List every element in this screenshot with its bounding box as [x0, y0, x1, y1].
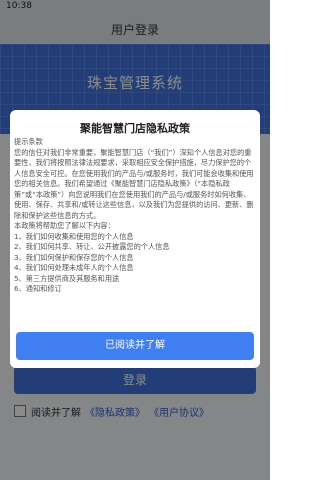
dialog-list-intro: 本政策将帮助您了解以下内容：: [14, 221, 115, 230]
list-item: 3、我们如何保护和保存您的个人信息: [14, 252, 134, 262]
list-item: 6、通知和修订: [14, 284, 62, 293]
dialog-topic-list: 1、我们如何收集和使用您的个人信息 2、我们如何共享、转让、公开披露您的个人信息…: [14, 232, 256, 295]
list-item: 1、我们如何收集和使用您的个人信息: [14, 231, 134, 241]
confirm-read-button[interactable]: 已阅读并了解: [16, 332, 254, 360]
dialog-section-heading: 提示条款: [14, 137, 43, 146]
list-item: 4、我们如何处理未成年人的个人信息: [14, 263, 134, 272]
list-item: 5、第三方提供商及其服务和用途: [14, 273, 120, 283]
privacy-dialog: 聚能智慧门店隐私政策 提示条款 您的信任对我们非常重要，聚能智慧门店（“我们”）…: [10, 110, 260, 368]
list-item: 2、我们如何共享、转让、公开披露您的个人信息: [14, 242, 170, 251]
dialog-title: 聚能智慧门店隐私政策: [80, 122, 190, 135]
dialog-content[interactable]: 提示条款 您的信任对我们非常重要，聚能智慧门店（“我们”）深知个人信息对您的重要…: [14, 137, 256, 323]
dialog-intro-paragraph: 您的信任对我们非常重要，聚能智慧门店（“我们”）深知个人信息对您的重要性，我们将…: [14, 147, 254, 220]
